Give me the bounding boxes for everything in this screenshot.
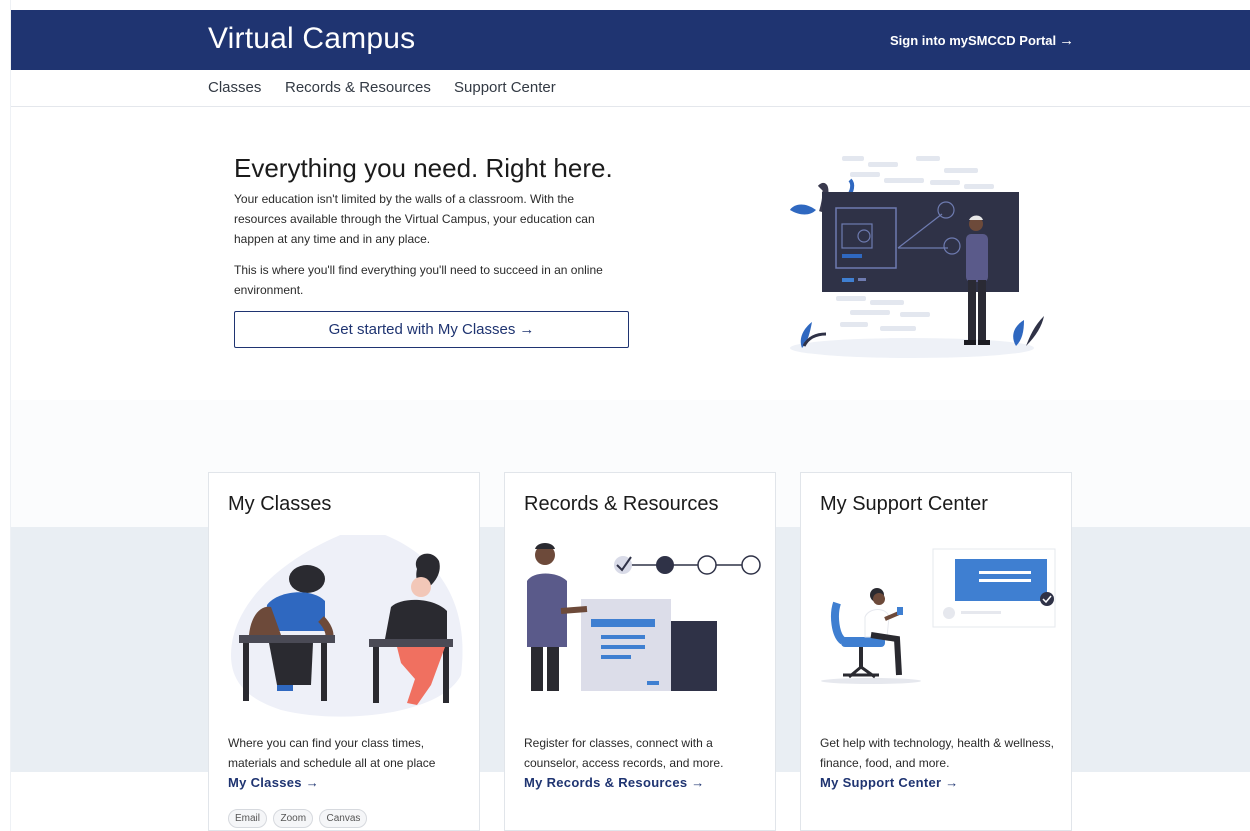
students-studying-illustration <box>231 535 463 717</box>
my-classes-card: My Classes Where you can find your class… <box>208 472 480 831</box>
hero-paragraph-2: This is where you'll find everything you… <box>234 263 603 297</box>
tag-email[interactable]: Email <box>228 809 268 828</box>
records-resources-card: Records & Resources Register for classes… <box>504 472 776 831</box>
get-started-label: Get started with My Classes <box>328 321 516 338</box>
tag-zoom[interactable]: Zoom <box>273 809 314 828</box>
portal-sign-in-link[interactable]: Sign into mySMCCD Portal → <box>890 32 1074 49</box>
sub-navigation: Classes Records & Resources Support Cent… <box>11 70 1250 107</box>
card-description: Get help with technology, health & welln… <box>820 736 1054 770</box>
arrow-right-icon: → <box>1059 32 1075 49</box>
support-center-card: My Support Center Get help with technolo… <box>800 472 1072 831</box>
nav-item-support-center[interactable]: Support Center <box>454 79 556 96</box>
nav-item-classes[interactable]: Classes <box>208 79 261 96</box>
get-started-button[interactable]: Get started with My Classes → <box>234 311 629 348</box>
tag-canvas[interactable]: Canvas <box>319 809 368 828</box>
site-title[interactable]: Virtual Campus <box>208 22 415 56</box>
hero-paragraph-1: Your education isn't limited by the wall… <box>234 192 595 246</box>
card-title: My Classes <box>228 493 332 515</box>
my-support-center-link[interactable]: My Support Center → <box>820 775 959 790</box>
support-chat-illustration <box>821 548 1056 684</box>
left-edge <box>0 0 11 831</box>
hero-heading: Everything you need. Right here. <box>234 153 613 183</box>
my-records-resources-link[interactable]: My Records & Resources → <box>524 775 705 790</box>
card-description: Where you can find your class times, mat… <box>228 736 436 770</box>
my-classes-link[interactable]: My Classes → <box>228 775 319 790</box>
nav-item-records-resources[interactable]: Records & Resources <box>285 79 431 96</box>
card-title: My Support Center <box>820 493 988 515</box>
card-description: Register for classes, connect with a cou… <box>524 736 724 770</box>
arrow-right-icon: → <box>519 321 535 338</box>
card-title: Records & Resources <box>524 493 719 515</box>
portal-sign-in-label: Sign into mySMCCD Portal <box>890 33 1057 48</box>
site-header: Virtual Campus Sign into mySMCCD Portal → <box>11 10 1250 70</box>
registration-progress-illustration <box>527 543 761 691</box>
classroom-teacher-illustration <box>790 156 1044 358</box>
tag-list: Email Zoom Canvas <box>228 808 369 828</box>
